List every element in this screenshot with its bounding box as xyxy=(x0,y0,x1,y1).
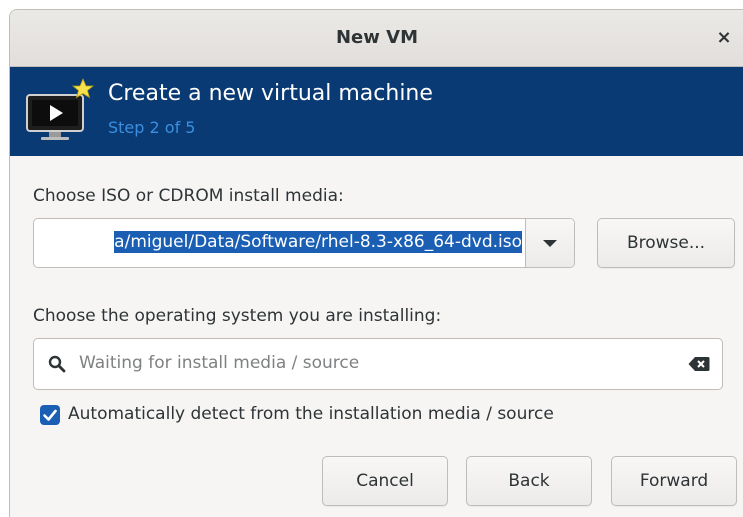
checkmark-icon xyxy=(43,409,57,421)
browse-button[interactable]: Browse... xyxy=(597,218,735,268)
install-media-entry[interactable]: a/miguel/Data/Software/rhel-8.3-x86_64-d… xyxy=(35,220,522,266)
forward-button[interactable]: Forward xyxy=(611,456,737,506)
search-icon xyxy=(48,355,66,373)
dropdown-button[interactable] xyxy=(525,219,574,267)
os-label: Choose the operating system you are inst… xyxy=(33,306,442,326)
chevron-down-icon xyxy=(543,240,557,247)
os-search-input[interactable]: Waiting for install media / source xyxy=(33,338,723,390)
media-label: Choose ISO or CDROM install media: xyxy=(33,186,344,206)
banner-title: Create a new virtual machine xyxy=(108,81,433,106)
new-vm-dialog: New VM × Create a new virtual machine St… xyxy=(9,9,743,517)
close-icon[interactable]: × xyxy=(712,26,736,50)
back-button[interactable]: Back xyxy=(466,456,592,506)
auto-detect-checkbox[interactable] xyxy=(40,405,60,425)
title-bar: New VM × xyxy=(10,10,743,67)
vm-monitor-icon xyxy=(26,77,95,140)
step-indicator: Step 2 of 5 xyxy=(108,118,196,137)
install-media-value[interactable]: a/miguel/Data/Software/rhel-8.3-x86_64-d… xyxy=(114,231,522,253)
cancel-button[interactable]: Cancel xyxy=(322,456,448,506)
wizard-banner: Create a new virtual machine Step 2 of 5 xyxy=(10,67,743,156)
search-placeholder: Waiting for install media / source xyxy=(79,353,360,373)
auto-detect-label[interactable]: Automatically detect from the installati… xyxy=(68,404,554,424)
install-media-combo[interactable]: a/miguel/Data/Software/rhel-8.3-x86_64-d… xyxy=(33,218,575,268)
clear-icon[interactable] xyxy=(688,356,710,372)
window-title: New VM xyxy=(335,27,418,48)
